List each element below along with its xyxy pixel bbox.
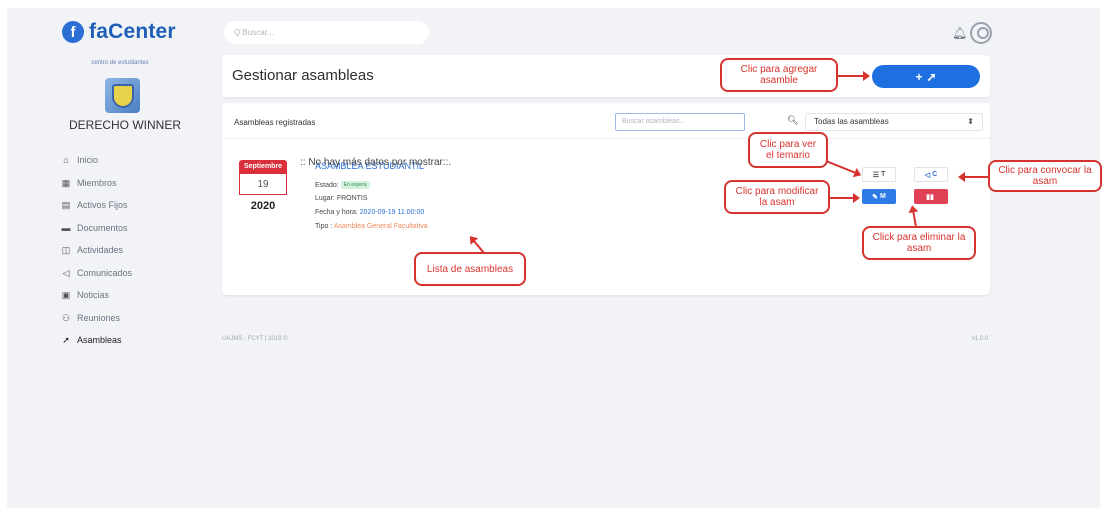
callout-convocar: Clic para convocar la asam — [988, 160, 1102, 192]
footer-copyright: UAJMS - FCYT | 2019 © — [222, 336, 288, 342]
global-search-input[interactable]: Q Buscar... — [224, 21, 429, 44]
logo-icon: f — [62, 21, 84, 43]
sidebar-item-activos-fijos[interactable]: ▤ Activos Fijos — [60, 194, 132, 217]
members-icon: ▦ — [61, 177, 71, 188]
sidebar-item-label: Inicio — [77, 155, 99, 166]
search-icon[interactable]: 🔍︎ — [787, 115, 798, 126]
sidebar-item-label: Asambleas — [77, 335, 122, 346]
trash-icon: ▮▮ — [926, 193, 934, 201]
sidebar-item-label: Reuniones — [77, 312, 121, 323]
callout-temario: Clic para ver el temario — [748, 132, 828, 168]
sidebar-item-label: Noticias — [77, 290, 110, 301]
sidebar-item-label: Documentos — [77, 222, 128, 233]
assembly-search-input[interactable]: Buscar asambleas... — [615, 113, 745, 131]
user-avatar[interactable] — [970, 22, 992, 44]
callout-lista: Lista de asambleas — [414, 252, 526, 286]
view-agenda-button[interactable]: ☰ T — [862, 167, 896, 182]
plus-label: + — [915, 69, 923, 84]
sidebar-item-asambleas[interactable]: ➚ Asambleas — [60, 329, 132, 352]
sidebar-item-label: Miembros — [77, 177, 117, 188]
news-icon: ▣ — [61, 290, 71, 301]
megaphone-icon: ◁ — [62, 267, 70, 278]
date-day: 19 — [239, 174, 287, 195]
callout-convocar-arrow — [960, 176, 988, 178]
date-card: Septiembre 19 2020 — [239, 160, 287, 212]
assembly-location: Lugar: FRONTIS — [315, 195, 368, 202]
assembly-filter-select[interactable]: Todas las asambleas ⬍ — [805, 113, 983, 131]
assembly-actions: ☰ T ◁ C ✎ M ▮▮ — [862, 163, 962, 209]
sidebar-item-miembros[interactable]: ▦ Miembros — [60, 172, 132, 195]
organization-name: DERECHO WINNER — [68, 118, 181, 132]
gavel-icon: ➚ — [62, 335, 70, 346]
topbar-icons: 🔔︎ — [952, 22, 992, 44]
sidebar-item-label: Activos Fijos — [77, 200, 128, 211]
folder-icon: ▬ — [61, 222, 71, 233]
home-icon: ⌂ — [63, 155, 69, 166]
footer-version: v1.0.0 — [972, 336, 989, 342]
page-header: Gestionar asambleas + ➚ — [222, 55, 990, 97]
edit-button[interactable]: ✎ M — [862, 189, 896, 204]
sidebar-item-inicio[interactable]: ⌂ Inicio — [60, 149, 132, 172]
list-icon: ☰ — [872, 171, 879, 179]
date-month: Septiembre — [239, 160, 287, 174]
filter-selected-value: Todas las asambleas — [814, 117, 889, 126]
sidebar-item-reuniones[interactable]: ⚇ Reuniones — [60, 307, 132, 330]
date-year: 2020 — [250, 200, 276, 212]
organization-type-label: centro de estudiantes — [91, 60, 149, 66]
sidebar-item-noticias[interactable]: ▣ Noticias — [60, 284, 132, 307]
callout-eliminar: Click para eliminar la asam — [862, 226, 976, 260]
sidebar-item-comunicados[interactable]: ◁ Comunicados — [60, 262, 133, 285]
status-badge: En espera — [340, 181, 370, 189]
no-more-data-text: :: No hay más datos por mostrar::. — [300, 157, 452, 168]
select-caret-icon: ⬍ — [967, 117, 974, 126]
callout-modificar-arrow — [830, 193, 860, 203]
sidebar-nav: ⌂ Inicio ▦ Miembros ▤ Activos Fijos ▬ Docume… — [60, 149, 133, 352]
gavel-icon: ➚ — [926, 69, 937, 84]
assemblies-card: Asambleas registradas Buscar asambleas..… — [222, 103, 990, 295]
organization-crest-icon — [105, 78, 140, 113]
megaphone-icon: ◁ — [924, 171, 931, 179]
convene-button[interactable]: ◁ C — [914, 167, 948, 182]
page-title: Gestionar asambleas — [232, 67, 374, 84]
app-logo[interactable]: f faCenter — [62, 20, 176, 44]
delete-button[interactable]: ▮▮ — [914, 189, 948, 204]
sidebar-item-documentos[interactable]: ▬ Documentos — [60, 217, 132, 240]
sidebar-item-label: Comunicados — [77, 267, 133, 278]
callout-modificar: Clic para modificar la asam — [724, 180, 830, 214]
meetings-icon: ⚇ — [61, 312, 71, 323]
assembly-type: Tipo : Asamblea General Facultativa — [315, 223, 428, 230]
edit-icon: ✎ — [872, 193, 879, 201]
callout-add-arrow — [838, 71, 870, 81]
callout-add: Clic para agregar asamble — [720, 58, 838, 92]
sidebar-item-label: Actividades — [77, 245, 124, 256]
activities-icon: ◫ — [61, 245, 71, 256]
assembly-datetime: Fecha y hora: 2020-09-19 11:00:00 — [315, 209, 425, 216]
notification-bell-icon[interactable]: 🔔︎ — [952, 26, 967, 40]
assemblies-title: Asambleas registradas — [234, 118, 316, 127]
assets-icon: ▤ — [61, 200, 71, 211]
logo-text: faCenter — [89, 20, 176, 43]
add-assembly-button[interactable]: + ➚ — [872, 65, 980, 88]
assembly-status: Estado: En espera — [315, 181, 370, 189]
assemblies-card-header: Asambleas registradas Buscar asambleas..… — [222, 103, 990, 139]
sidebar-item-actividades[interactable]: ◫ Actividades — [60, 239, 132, 262]
